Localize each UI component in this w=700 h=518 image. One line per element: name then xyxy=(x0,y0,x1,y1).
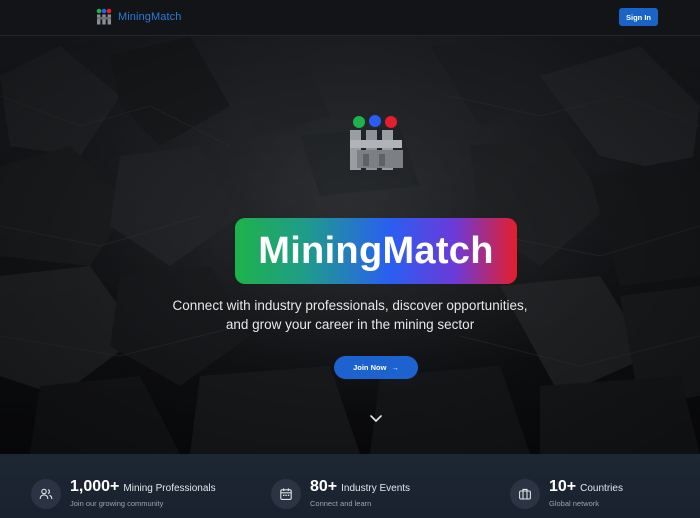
chevron-down-icon[interactable] xyxy=(369,414,383,424)
brand-link[interactable]: MiningMatch xyxy=(96,8,181,26)
stat-countries: 10+ Countries Global network xyxy=(510,478,623,509)
hero-title-banner: MiningMatch xyxy=(235,218,517,284)
stat-subtext: Join our growing community xyxy=(70,499,164,508)
arrow-right-icon: → xyxy=(391,363,399,372)
stat-label: Countries xyxy=(580,483,623,494)
stat-number: 10+ xyxy=(549,478,577,495)
briefcase-icon xyxy=(510,479,540,509)
stat-subtext: Connect and learn xyxy=(310,499,372,508)
stat-number: 80+ xyxy=(310,478,338,495)
brand-name: MiningMatch xyxy=(118,11,182,23)
join-now-label: Join Now xyxy=(353,363,387,372)
calendar-icon xyxy=(271,479,301,509)
stats-section: 1,000+ Mining Professionals Join our gro… xyxy=(0,454,700,518)
hero-tagline: Connect with industry professionals, dis… xyxy=(150,296,550,334)
stat-number: 1,000+ xyxy=(70,478,120,495)
stat-label: Industry Events xyxy=(341,483,411,494)
stat-professionals: 1,000+ Mining Professionals Join our gro… xyxy=(31,478,216,509)
tagline-line-2: and grow your career in the mining secto… xyxy=(225,317,475,332)
stat-subtext: Global network xyxy=(549,499,600,508)
users-icon xyxy=(31,479,61,509)
hero-section: MiningMatch Connect with industry profes… xyxy=(0,36,700,454)
tagline-line-1: Connect with industry professionals, dis… xyxy=(172,298,528,313)
sign-in-button[interactable]: Sign In xyxy=(619,8,658,26)
top-navbar: MiningMatch Sign In xyxy=(0,0,700,36)
mining-logo-icon xyxy=(96,8,112,25)
join-now-button[interactable]: Join Now → xyxy=(334,356,418,379)
stat-label: Mining Professionals xyxy=(123,483,216,494)
stat-events: 80+ Industry Events Connect and learn xyxy=(271,478,410,509)
hero-title: MiningMatch xyxy=(258,229,494,272)
mining-logo-icon xyxy=(350,115,403,170)
